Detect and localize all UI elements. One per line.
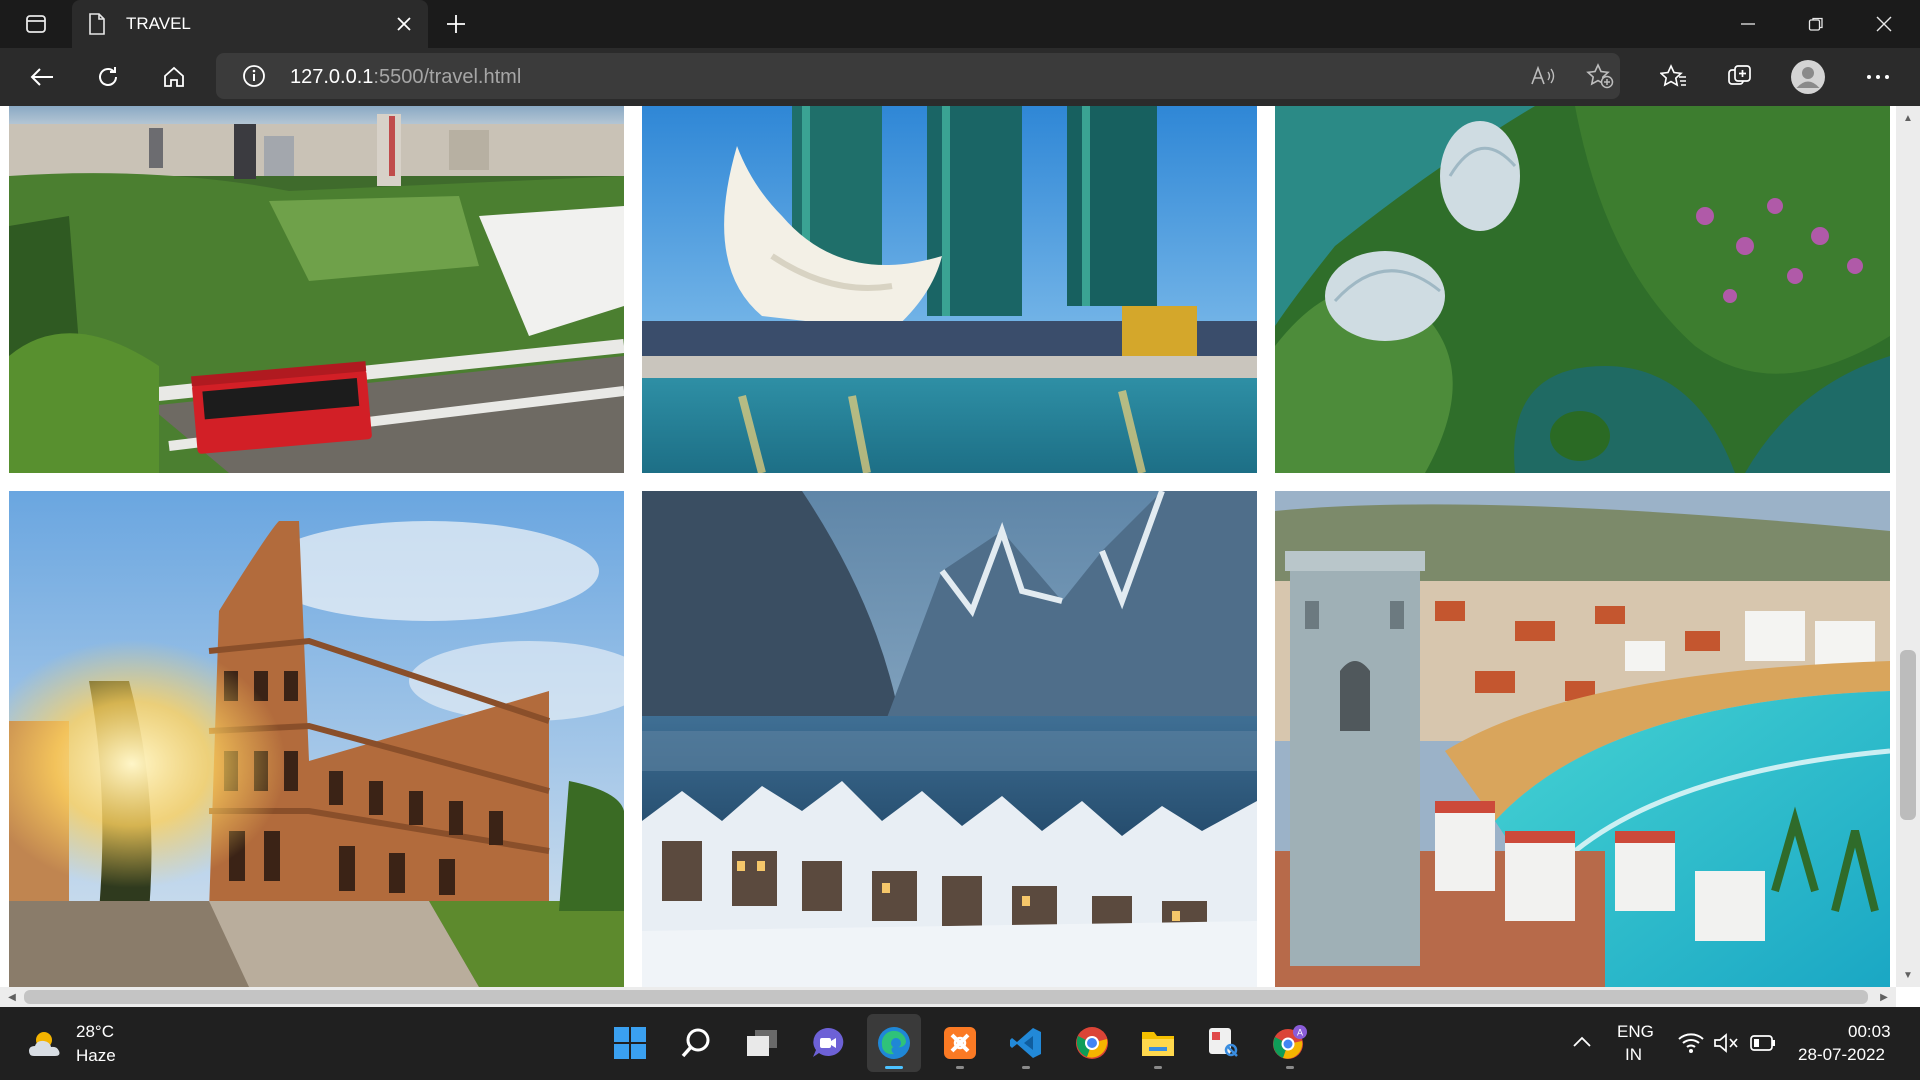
url-text[interactable]: 127.0.0.1:5500/travel.html xyxy=(290,66,521,89)
url-path: :5500/travel.html xyxy=(373,66,522,88)
gallery-image-gardens-by-the-bay[interactable] xyxy=(1275,106,1890,473)
gallery-image-singapore-marina-bay[interactable] xyxy=(642,106,1257,473)
profile-icon[interactable] xyxy=(1784,48,1832,106)
vscode-icon[interactable] xyxy=(999,1014,1053,1072)
chat-icon[interactable] xyxy=(801,1014,855,1072)
title-bar: TRAVEL xyxy=(0,0,1920,48)
task-view-icon[interactable] xyxy=(735,1014,789,1072)
scroll-left-icon[interactable]: ◀ xyxy=(0,987,24,1007)
info-icon[interactable] xyxy=(242,64,266,93)
language-top[interactable]: ENG xyxy=(1617,1022,1654,1042)
edge-active-indicator xyxy=(885,1066,903,1069)
search-icon[interactable] xyxy=(669,1014,723,1072)
collections-icon[interactable] xyxy=(1716,48,1764,106)
file-explorer-icon[interactable] xyxy=(1131,1014,1185,1072)
weather-desc: Haze xyxy=(76,1046,116,1065)
gallery-image-hallstatt-winter[interactable] xyxy=(642,491,1257,987)
address-toolbar: 127.0.0.1:5500/travel.html xyxy=(0,48,1920,106)
language-bottom[interactable]: IN xyxy=(1625,1045,1642,1065)
wifi-icon[interactable] xyxy=(1678,1032,1704,1059)
page-content xyxy=(0,106,1920,987)
gallery-image-peniscola-coast[interactable] xyxy=(1275,491,1890,987)
minimize-icon[interactable] xyxy=(1720,0,1776,48)
chrome-profile-icon[interactable]: A xyxy=(1263,1014,1317,1072)
url-host: 127.0.0.1 xyxy=(290,66,374,88)
volume-muted-icon[interactable] xyxy=(1713,1032,1739,1059)
show-hidden-icons-icon[interactable] xyxy=(1572,1034,1592,1053)
window-close-icon[interactable] xyxy=(1856,0,1912,48)
clock-date[interactable]: 28-07-2022 xyxy=(1798,1045,1885,1065)
scroll-up-icon[interactable]: ▲ xyxy=(1896,108,1920,128)
edge-icon[interactable] xyxy=(867,1014,921,1072)
file-explorer-indicator xyxy=(1154,1066,1162,1069)
weather-icon xyxy=(28,1026,68,1067)
battery-icon[interactable] xyxy=(1750,1034,1776,1057)
vscode-indicator xyxy=(1022,1066,1030,1069)
favorites-icon[interactable] xyxy=(1650,48,1698,106)
horizontal-scroll-thumb[interactable] xyxy=(24,990,1868,1004)
snipping-tool-icon[interactable] xyxy=(1197,1014,1251,1072)
vertical-scroll-thumb[interactable] xyxy=(1900,650,1916,820)
back-icon[interactable] xyxy=(18,48,66,106)
read-aloud-icon[interactable] xyxy=(1530,64,1556,93)
xampp-icon[interactable] xyxy=(933,1014,987,1072)
page-icon xyxy=(88,13,106,40)
chrome-icon[interactable] xyxy=(1065,1014,1119,1072)
address-bar[interactable]: 127.0.0.1:5500/travel.html xyxy=(216,53,1620,99)
chrome-profile-indicator xyxy=(1286,1066,1294,1069)
vertical-scrollbar[interactable] xyxy=(1896,106,1920,987)
weather-widget[interactable]: 28°C Haze xyxy=(24,1018,134,1070)
gallery-image-wellington-cable-car[interactable] xyxy=(9,106,624,473)
svg-text:A: A xyxy=(1297,1028,1303,1038)
refresh-icon[interactable] xyxy=(84,48,132,106)
weather-temp: 28°C xyxy=(76,1022,114,1041)
tab-travel[interactable]: TRAVEL xyxy=(72,0,428,48)
restore-icon[interactable] xyxy=(1788,0,1844,48)
new-tab-icon[interactable] xyxy=(440,0,472,48)
sidebar-icon[interactable] xyxy=(14,0,58,48)
clock-time[interactable]: 00:03 xyxy=(1848,1022,1891,1042)
add-favorite-icon[interactable] xyxy=(1586,63,1614,94)
tab-title: TRAVEL xyxy=(126,14,191,33)
more-icon[interactable] xyxy=(1854,48,1902,106)
close-icon[interactable] xyxy=(394,14,414,39)
home-icon[interactable] xyxy=(150,48,198,106)
xampp-indicator xyxy=(956,1066,964,1069)
scroll-right-icon[interactable]: ▶ xyxy=(1872,987,1896,1007)
start-icon[interactable] xyxy=(603,1014,657,1072)
gallery-image-rome-colosseum[interactable] xyxy=(9,491,624,987)
scroll-down-icon[interactable]: ▼ xyxy=(1896,965,1920,985)
